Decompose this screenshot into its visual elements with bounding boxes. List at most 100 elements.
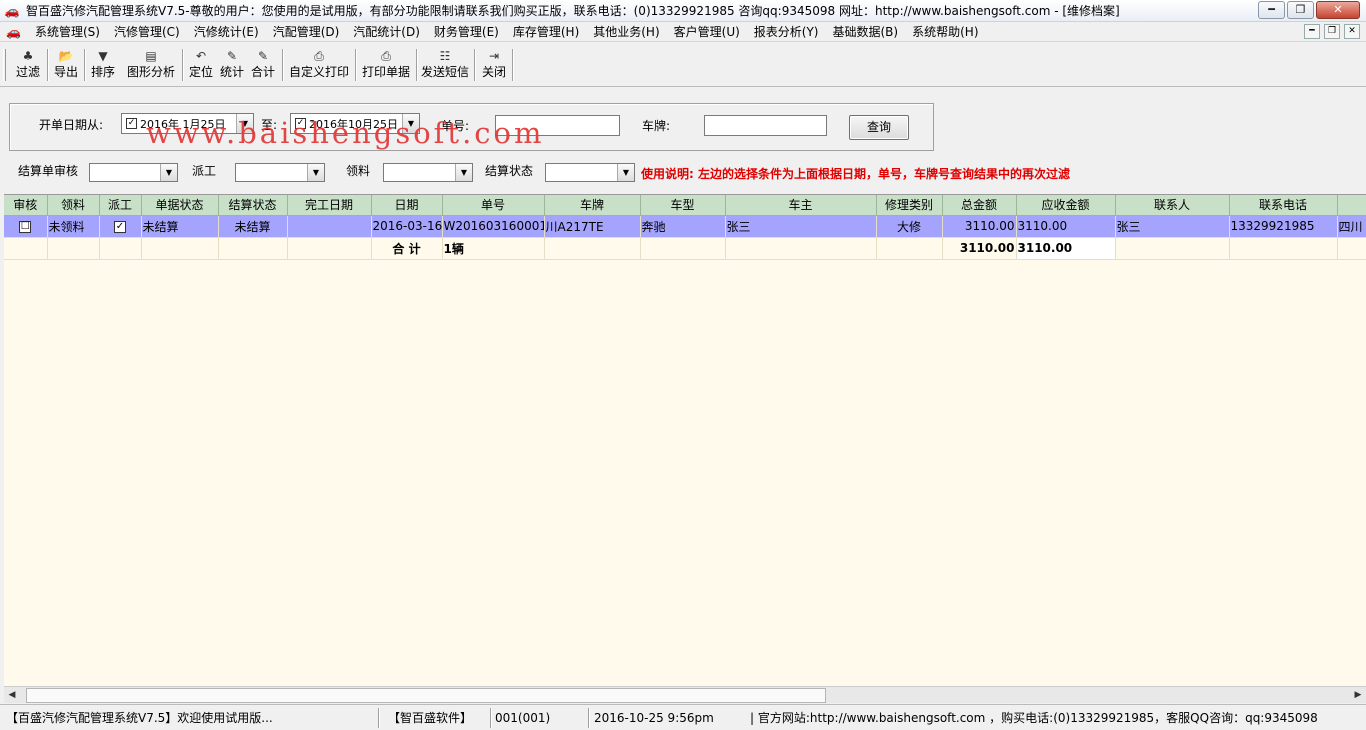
menu-parts-stats[interactable]: 汽配统计(D) (346, 22, 427, 42)
date-to-checkbox[interactable]: ✓ (295, 118, 306, 129)
order-no-input[interactable] (495, 115, 620, 136)
scroll-thumb[interactable] (26, 688, 826, 703)
query-button[interactable]: 查询 (849, 115, 909, 140)
col-finish-date[interactable]: 完工日期 (287, 195, 372, 216)
col-material[interactable]: 领料 (47, 195, 100, 216)
dispatch-select[interactable]: ▼ (235, 163, 325, 182)
funnel-people-icon: ♣ (22, 49, 34, 63)
review-checkbox[interactable]: ☐ (19, 220, 32, 233)
col-receivable[interactable]: 应收金额 (1016, 195, 1116, 216)
scroll-right-icon[interactable]: ▶ (1350, 688, 1366, 703)
chevron-down-icon[interactable]: ▼ (236, 114, 253, 133)
menu-reports[interactable]: 报表分析(Y) (747, 22, 826, 42)
col-review[interactable]: 审核 (4, 195, 48, 216)
menu-repair[interactable]: 汽修管理(C) (107, 22, 187, 42)
menu-customer[interactable]: 客户管理(U) (667, 22, 747, 42)
dispatch-cell[interactable]: ✓ (99, 215, 142, 238)
graph-label: 图形分析 (126, 65, 175, 79)
menu-parts[interactable]: 汽配管理(D) (266, 22, 347, 42)
mdi-restore-button[interactable]: ❐ (1324, 24, 1340, 39)
mdi-minimize-button[interactable]: ━ (1304, 24, 1320, 39)
col-phone[interactable]: 联系电话 (1229, 195, 1338, 216)
col-order-no[interactable]: 单号 (442, 195, 545, 216)
chevron-down-icon[interactable]: ▼ (402, 114, 419, 133)
menu-system[interactable]: 系统管理(S) (28, 22, 107, 42)
export-button[interactable]: 📂 导出 (51, 47, 81, 85)
date-to-picker[interactable]: ✓ 2016年10月25日 ▼ (290, 113, 420, 134)
status-app: 【百盛汽修汽配管理系统V7.5】欢迎使用试用版... (6, 711, 273, 725)
total-row: 合 计 1辆 3110.00 3110.00 (4, 237, 1366, 260)
menu-repair-stats[interactable]: 汽修统计(E) (187, 22, 266, 42)
chevron-down-icon: ▼ (617, 164, 634, 181)
print-doc-label: 打印单据 (361, 65, 410, 79)
dispatch-checkbox[interactable]: ✓ (114, 220, 126, 233)
empty-cell (141, 237, 219, 260)
date-cell: 2016-03-16 (371, 215, 443, 238)
col-plate[interactable]: 车牌 (544, 195, 641, 216)
date-to-label: 至: (261, 118, 278, 132)
status-separator (490, 708, 492, 728)
chevron-down-icon: ▼ (160, 164, 177, 181)
locate-button[interactable]: ↶ 定位 (186, 47, 216, 85)
total-button[interactable]: ✎ 合计 (248, 47, 278, 85)
undo-arrow-icon: ↶ (195, 49, 207, 63)
date-from-picker[interactable]: ✓ 2016年 1月25日 ▼ (121, 113, 254, 134)
close-label: 关闭 (481, 65, 506, 79)
empty-cell (544, 237, 641, 260)
review-cell[interactable]: ☐ (4, 215, 48, 238)
menu-inventory[interactable]: 库存管理(H) (506, 22, 586, 42)
scroll-left-icon[interactable]: ◀ (4, 688, 20, 703)
date-from-checkbox[interactable]: ✓ (126, 118, 137, 129)
col-total[interactable]: 总金额 (942, 195, 1017, 216)
col-dispatch[interactable]: 派工 (99, 195, 142, 216)
print-document-button[interactable]: ⎙ 打印单据 (359, 47, 413, 85)
total-count-cell: 1辆 (442, 237, 545, 260)
status-separator (378, 708, 380, 728)
material-select[interactable]: ▼ (383, 163, 473, 182)
toolbar-separator (47, 49, 49, 81)
col-model[interactable]: 车型 (640, 195, 726, 216)
menu-other[interactable]: 其他业务(H) (586, 22, 666, 42)
records-grid: 审核 领料 派工 单据状态 结算状态 完工日期 日期 单号 车牌 车型 车主 修… (4, 194, 1366, 686)
table-row[interactable]: ☐ 未领料 ✓ 未结算 未结算 2016-03-16 W201603160001… (4, 215, 1366, 238)
col-repair-type[interactable]: 修理类别 (876, 195, 943, 216)
col-owner[interactable]: 车主 (725, 195, 877, 216)
settle-status-select[interactable]: ▼ (545, 163, 635, 182)
close-window-button[interactable]: ✕ (1316, 1, 1360, 19)
maximize-button[interactable]: ❐ (1287, 1, 1314, 19)
stats-button[interactable]: ✎ 统计 (217, 47, 247, 85)
col-doc-status[interactable]: 单据状态 (141, 195, 219, 216)
empty-cell (725, 237, 877, 260)
custom-print-button[interactable]: ⎙ 自定义打印 (286, 47, 352, 85)
chevron-down-icon: ▼ (455, 164, 472, 181)
close-form-button[interactable]: ⇥ 关闭 (479, 47, 509, 85)
sort-button[interactable]: ▼ 排序 (88, 47, 118, 85)
model-cell: 奔驰 (640, 215, 726, 238)
settle-status-cell: 未结算 (218, 215, 288, 238)
minimize-button[interactable]: ━ (1258, 1, 1285, 19)
window-controls: ━ ❐ ✕ (1256, 1, 1360, 19)
app-icon: 🚗 (4, 3, 20, 18)
menu-base-data[interactable]: 基础数据(B) (826, 22, 906, 42)
empty-cell (640, 237, 726, 260)
col-settle-status[interactable]: 结算状态 (218, 195, 288, 216)
filter-button[interactable]: ♣ 过滤 (12, 47, 44, 85)
order-no-cell: W201603160001 (442, 215, 545, 238)
status-datetime: 2016-10-25 9:56pm (594, 711, 714, 725)
col-date[interactable]: 日期 (371, 195, 443, 216)
col-contact[interactable]: 联系人 (1115, 195, 1230, 216)
empty-cell (1229, 237, 1338, 260)
menu-finance[interactable]: 财务管理(E) (427, 22, 506, 42)
empty-cell (4, 237, 48, 260)
col-extra[interactable] (1337, 195, 1366, 216)
graph-analysis-button[interactable]: ▤ 图形分析 (124, 47, 178, 85)
toolbar-separator (84, 49, 86, 81)
mdi-close-button[interactable]: ✕ (1344, 24, 1360, 39)
menu-help[interactable]: 系统帮助(H) (905, 22, 985, 42)
status-website: | 官方网站:http://www.baishengsoft.com ，购买电话… (750, 711, 1318, 725)
mdi-controls: ━ ❐ ✕ (1300, 24, 1360, 39)
settle-review-select[interactable]: ▼ (89, 163, 178, 182)
send-sms-button[interactable]: ☷ 发送短信 (419, 47, 471, 85)
horizontal-scrollbar[interactable]: ◀ ▶ (4, 686, 1366, 703)
plate-input[interactable] (704, 115, 827, 136)
